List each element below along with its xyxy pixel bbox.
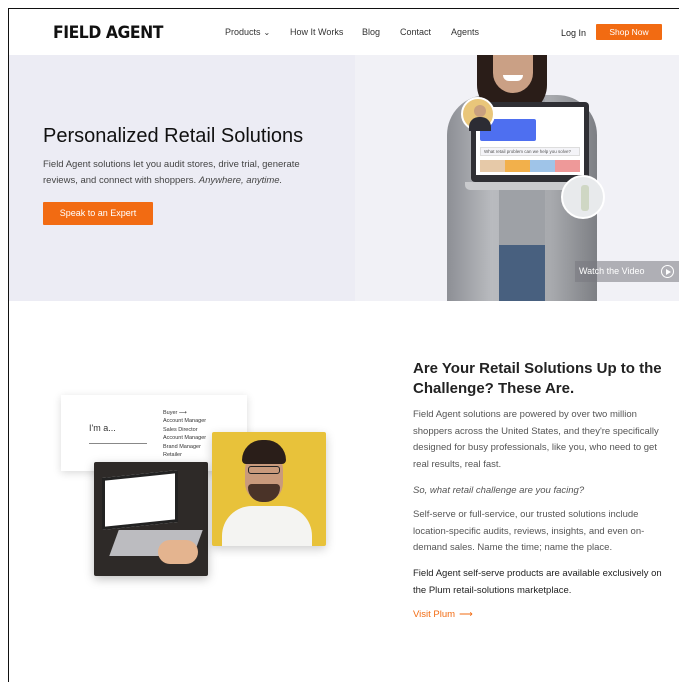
- avatar-head: [474, 105, 486, 117]
- nav-products[interactable]: Products ⌄: [225, 27, 270, 37]
- laptop-screen-cards: [480, 160, 580, 172]
- man-glasses: [248, 466, 280, 474]
- product-bubble: [561, 175, 605, 219]
- visit-plum-label: Visit Plum: [413, 609, 456, 620]
- role-option: Sales Director: [163, 426, 198, 433]
- man-shirt: [222, 506, 312, 546]
- speak-to-expert-button[interactable]: Speak to an Expert: [43, 202, 153, 225]
- role-options-list: Buyer ⟶ Account Manager Sales Director A…: [163, 409, 206, 459]
- role-selector-label: I'm a...: [89, 423, 116, 433]
- hero-description: Field Agent solutions let you audit stor…: [43, 157, 328, 189]
- arrow-right-icon: ⟶: [459, 609, 473, 620]
- watch-video-button[interactable]: Watch the Video: [575, 261, 679, 282]
- man-beard: [248, 484, 280, 502]
- role-option: Brand Manager: [163, 443, 201, 450]
- section-paragraph-3: Field Agent self-serve products are avai…: [413, 568, 662, 596]
- bottle-icon: [581, 185, 589, 211]
- play-icon: [661, 265, 674, 278]
- chevron-down-icon: ⌄: [263, 28, 271, 37]
- woman-smile: [503, 75, 523, 81]
- laptop-photo-card: [94, 462, 208, 576]
- hero-title: Personalized Retail Solutions: [43, 125, 304, 147]
- woman-jeans: [499, 245, 545, 301]
- section-paragraph-1: Field Agent solutions are powered by ove…: [413, 409, 659, 470]
- watch-video-label: Watch the Video: [579, 266, 645, 276]
- nav-agents[interactable]: Agents: [451, 27, 479, 37]
- nav-contact[interactable]: Contact: [400, 27, 431, 37]
- role-option: Account Manager: [163, 435, 207, 442]
- role-selector-underline: [89, 443, 147, 444]
- section-question: So, what retail challenge are you facing…: [413, 485, 585, 496]
- laptop-screen-search: What retail problem can we help you solv…: [480, 147, 580, 156]
- section-title: Are Your Retail Solutions Up to the Chal…: [413, 360, 662, 397]
- hero-description-emphasis: Anywhere, anytime.: [198, 175, 283, 186]
- visit-plum-link[interactable]: Visit Plum ⟶: [413, 609, 473, 620]
- shop-now-button[interactable]: Shop Now: [596, 24, 662, 40]
- role-option: Account Manager: [163, 418, 207, 425]
- laptop-photo-screen: [102, 470, 178, 530]
- man-avatar-bubble: [461, 97, 495, 131]
- page-frame: FIELD AGENT Products ⌄ How It Works Blog …: [8, 8, 679, 682]
- nav-how-it-works[interactable]: How It Works: [290, 27, 343, 37]
- laptop-photo-hand: [158, 540, 198, 564]
- role-option: Retailer: [163, 452, 182, 459]
- field-agent-logo[interactable]: FIELD AGENT: [53, 23, 163, 43]
- avatar-body: [469, 117, 491, 131]
- man-hair: [242, 440, 286, 464]
- section-paragraph-2: Self-serve or full-service, our trusted …: [413, 509, 645, 553]
- role-option: Buyer ⟶: [163, 410, 187, 416]
- site-header: FIELD AGENT Products ⌄ How It Works Blog …: [9, 9, 679, 55]
- login-link[interactable]: Log In: [561, 28, 586, 38]
- man-portrait-card: [212, 432, 326, 546]
- nav-blog[interactable]: Blog: [362, 27, 380, 37]
- nav-products-label: Products: [225, 27, 261, 37]
